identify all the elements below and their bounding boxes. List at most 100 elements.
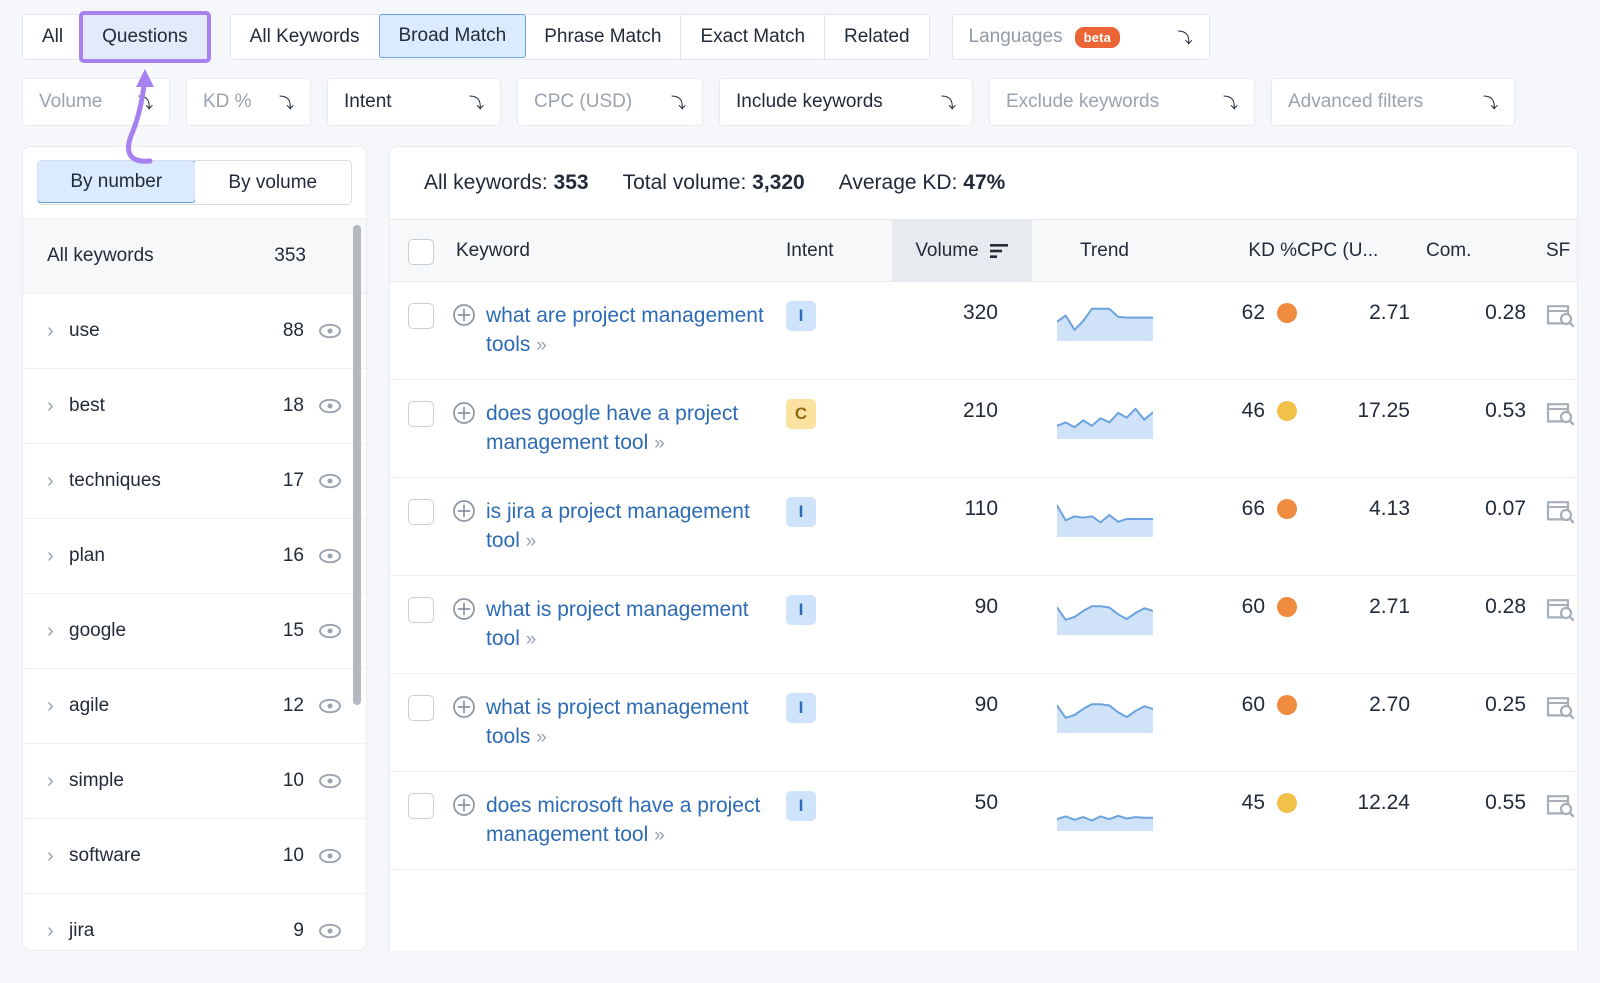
tab-all-keywords[interactable]: All Keywords xyxy=(231,15,380,59)
sidebar-item-simple[interactable]: ›simple10 xyxy=(23,743,366,818)
chevron-right-icon[interactable]: › xyxy=(47,846,69,866)
tab-broad-match[interactable]: Broad Match xyxy=(379,14,527,58)
languages-dropdown[interactable]: Languages beta ⤵ xyxy=(952,14,1210,60)
visibility-eye-icon[interactable] xyxy=(318,844,342,868)
sidebar-item-plan[interactable]: ›plan16 xyxy=(23,518,366,593)
expand-chevrons-icon[interactable]: » xyxy=(654,825,663,846)
column-header-keyword[interactable]: Keyword xyxy=(452,240,782,262)
column-header-volume[interactable]: Volume xyxy=(892,220,1032,281)
visibility-eye-icon[interactable] xyxy=(318,919,342,943)
row-checkbox[interactable] xyxy=(408,793,434,819)
tab-questions[interactable]: Questions xyxy=(83,15,207,59)
expand-chevrons-icon[interactable]: » xyxy=(654,433,663,454)
table-row[interactable]: is jira a project management tool » I 11… xyxy=(390,478,1577,576)
intent-badge[interactable]: I xyxy=(786,693,816,723)
column-header-cpc[interactable]: CPC (U... xyxy=(1297,240,1422,262)
chevron-right-icon[interactable]: › xyxy=(47,471,69,491)
expand-chevrons-icon[interactable]: » xyxy=(536,335,545,356)
add-keyword-icon[interactable] xyxy=(452,303,476,327)
toggle-by-number[interactable]: By number xyxy=(37,160,196,203)
row-checkbox[interactable] xyxy=(408,695,434,721)
intent-badge[interactable]: I xyxy=(786,595,816,625)
visibility-eye-icon[interactable] xyxy=(318,619,342,643)
sidebar-item-all-keywords[interactable]: All keywords 353 xyxy=(23,218,366,293)
add-keyword-icon[interactable] xyxy=(452,597,476,621)
visibility-eye-icon[interactable] xyxy=(318,769,342,793)
sidebar-item-best[interactable]: ›best18 xyxy=(23,368,366,443)
filter-advanced[interactable]: Advanced filters ⤵ xyxy=(1271,78,1515,126)
sidebar-item-google[interactable]: ›google15 xyxy=(23,593,366,668)
intent-badge[interactable]: I xyxy=(786,791,816,821)
column-header-trend[interactable]: Trend xyxy=(1032,240,1177,262)
visibility-eye-icon[interactable] xyxy=(318,469,342,493)
filter-advanced-label: Advanced filters xyxy=(1288,91,1423,113)
tab-related[interactable]: Related xyxy=(825,15,929,59)
summary-total-volume-label: Total volume: xyxy=(623,171,747,194)
visibility-eye-icon[interactable] xyxy=(318,319,342,343)
row-checkbox[interactable] xyxy=(408,303,434,329)
sidebar-item-agile[interactable]: ›agile12 xyxy=(23,668,366,743)
table-row[interactable]: what is project management tool » I 90 6… xyxy=(390,576,1577,674)
chevron-right-icon[interactable]: › xyxy=(47,396,69,416)
sidebar-item-use[interactable]: ›use88 xyxy=(23,293,366,368)
sidebar-item-label: jira xyxy=(69,920,293,942)
expand-chevrons-icon[interactable]: » xyxy=(526,629,535,650)
sidebar-scrollbar[interactable] xyxy=(353,225,361,705)
filter-volume[interactable]: Volume ⤵ xyxy=(22,78,170,126)
sidebar-item-jira[interactable]: ›jira9 xyxy=(23,893,366,950)
row-checkbox[interactable] xyxy=(408,401,434,427)
add-keyword-icon[interactable] xyxy=(452,695,476,719)
sidebar-item-techniques[interactable]: ›techniques17 xyxy=(23,443,366,518)
serp-preview-icon[interactable] xyxy=(1546,401,1576,427)
visibility-eye-icon[interactable] xyxy=(318,544,342,568)
table-row[interactable]: what is project management tools » I 90 … xyxy=(390,674,1577,772)
filter-exclude-keywords[interactable]: Exclude keywords ⤵ xyxy=(989,78,1255,126)
column-header-com[interactable]: Com. xyxy=(1422,240,1532,262)
select-all-checkbox[interactable] xyxy=(408,239,434,265)
table-row[interactable]: what are project management tools » I 32… xyxy=(390,282,1577,380)
chevron-right-icon[interactable]: › xyxy=(47,696,69,716)
serp-preview-icon[interactable] xyxy=(1546,695,1576,721)
chevron-right-icon[interactable]: › xyxy=(47,771,69,791)
filter-kd[interactable]: KD % ⤵ xyxy=(186,78,311,126)
expand-chevrons-icon[interactable]: » xyxy=(526,531,535,552)
visibility-eye-icon[interactable] xyxy=(318,694,342,718)
keyword-link[interactable]: is jira a project management tool » xyxy=(486,497,776,556)
serp-preview-icon[interactable] xyxy=(1546,303,1576,329)
add-keyword-icon[interactable] xyxy=(452,793,476,817)
column-header-kd[interactable]: KD % xyxy=(1177,240,1297,262)
row-checkbox[interactable] xyxy=(408,499,434,525)
keyword-link[interactable]: what is project management tools » xyxy=(486,693,776,752)
intent-badge[interactable]: I xyxy=(786,301,816,331)
tab-all[interactable]: All xyxy=(23,15,83,59)
chevron-right-icon[interactable]: › xyxy=(47,321,69,341)
add-keyword-icon[interactable] xyxy=(452,401,476,425)
keyword-link[interactable]: what are project management tools » xyxy=(486,301,776,360)
filter-include-keywords[interactable]: Include keywords ⤵ xyxy=(719,78,973,126)
table-row[interactable]: does google have a project management to… xyxy=(390,380,1577,478)
table-row[interactable]: does microsoft have a project management… xyxy=(390,772,1577,870)
toggle-by-volume[interactable]: By volume xyxy=(195,161,352,204)
serp-preview-icon[interactable] xyxy=(1546,597,1576,623)
visibility-eye-icon[interactable] xyxy=(318,394,342,418)
chevron-right-icon[interactable]: › xyxy=(47,621,69,641)
filter-cpc[interactable]: CPC (USD) ⤵ xyxy=(517,78,703,126)
keyword-link[interactable]: does microsoft have a project management… xyxy=(486,791,776,850)
chevron-right-icon[interactable]: › xyxy=(47,921,69,941)
keyword-link[interactable]: what is project management tool » xyxy=(486,595,776,654)
column-header-intent[interactable]: Intent xyxy=(782,240,892,262)
chevron-right-icon[interactable]: › xyxy=(47,546,69,566)
column-header-sf[interactable]: SF xyxy=(1532,240,1600,262)
tab-phrase-match[interactable]: Phrase Match xyxy=(525,15,681,59)
intent-badge[interactable]: I xyxy=(786,497,816,527)
expand-chevrons-icon[interactable]: » xyxy=(536,727,545,748)
add-keyword-icon[interactable] xyxy=(452,499,476,523)
keyword-link[interactable]: does google have a project management to… xyxy=(486,399,776,458)
row-checkbox[interactable] xyxy=(408,597,434,623)
filter-intent[interactable]: Intent ⤵ xyxy=(327,78,501,126)
serp-preview-icon[interactable] xyxy=(1546,499,1576,525)
sidebar-item-software[interactable]: ›software10 xyxy=(23,818,366,893)
intent-badge[interactable]: C xyxy=(786,399,816,429)
serp-preview-icon[interactable] xyxy=(1546,793,1576,819)
tab-exact-match[interactable]: Exact Match xyxy=(681,15,825,59)
